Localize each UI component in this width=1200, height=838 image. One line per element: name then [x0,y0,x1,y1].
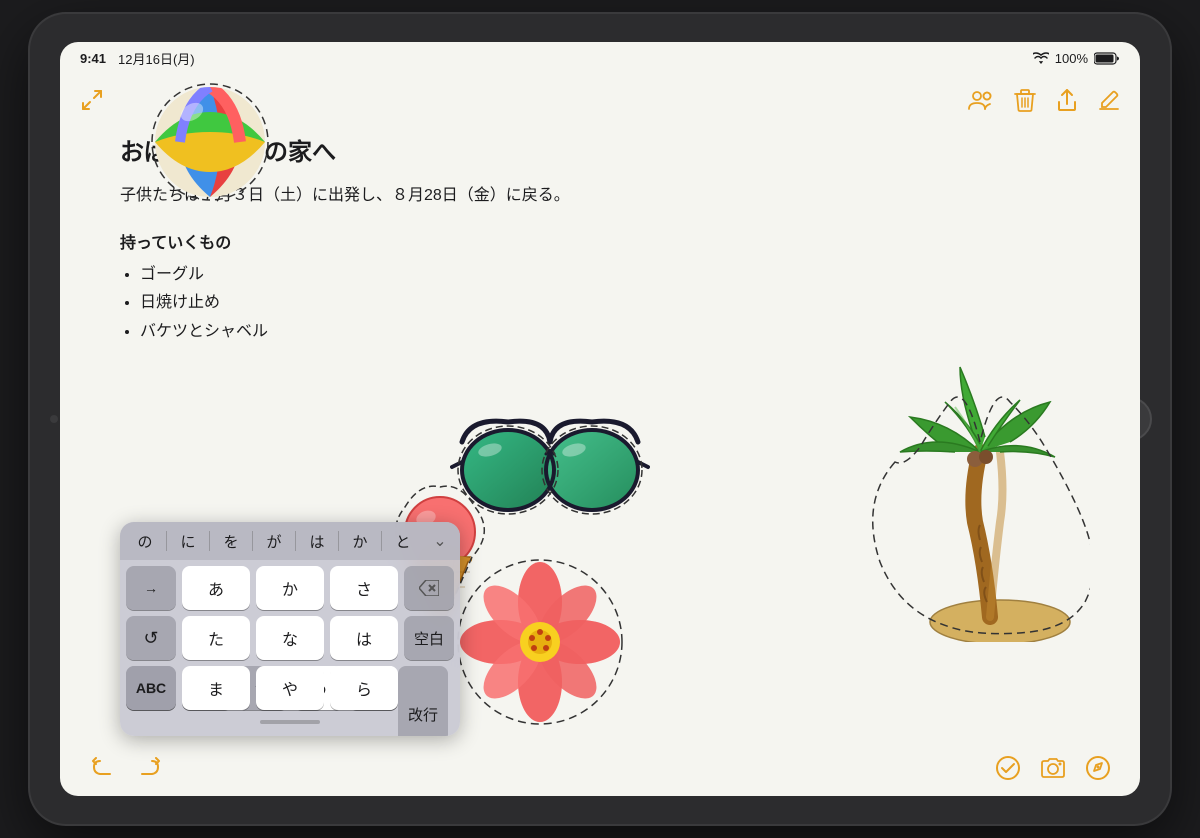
sticker-palmtree [870,362,1090,642]
checkmark-icon[interactable] [996,756,1020,780]
key-は[interactable]: は [330,616,398,660]
toolbar-left [80,88,104,112]
suggestion-と[interactable]: と [382,527,424,556]
bottom-right [996,756,1110,780]
pencil-draw-icon[interactable] [1086,756,1110,780]
delete-icon [419,580,439,596]
camera-icon[interactable] [1040,757,1066,779]
key-あ[interactable]: あ [182,566,250,610]
key-ら[interactable]: ら [330,666,398,710]
toolbar-right [968,88,1120,112]
key-space[interactable]: 空白 [404,616,454,660]
key-undo[interactable]: ↺ [126,616,176,660]
status-date: 12月16日(月) [118,49,195,68]
floating-keyboard[interactable]: の に を が は か と ⌄ → [120,522,460,736]
list-item: ゴーグル [140,261,1080,290]
note-list-heading: 持っていくもの [120,229,1080,253]
key-た[interactable]: た [182,616,250,660]
key-か[interactable]: か [256,566,324,610]
ipad-frame: 9:41 12月16日(月) 100% [30,14,1170,824]
share-icon[interactable] [1056,88,1078,112]
suggestions-expand-icon[interactable]: ⌄ [424,531,456,551]
ipad-screen: 9:41 12月16日(月) 100% [60,42,1140,796]
front-camera [50,415,58,423]
sticker-beachball [140,72,280,212]
keyboard-suggestions: の に を が は か と ⌄ [120,522,460,560]
status-right: 100% [1033,51,1120,66]
status-bar: 9:41 12月16日(月) 100% [60,42,1140,74]
redo-icon[interactable] [136,757,162,779]
key-delete[interactable] [404,566,454,610]
undo-icon[interactable] [90,757,116,779]
keyboard-row-2: ↺ た な は 空白 [126,616,454,660]
key-や[interactable]: や [256,666,324,710]
keyboard-rows: → あ か さ [120,560,460,736]
battery-icon [1094,52,1120,65]
key-さ[interactable]: さ [330,566,398,610]
key-abc[interactable]: ABC [126,666,176,710]
suggestion-を[interactable]: を [210,527,252,556]
key-return[interactable]: 改行 [398,666,448,736]
collab-icon[interactable] [968,89,994,111]
note-list: ゴーグル 日焼け止め バケツとシャベル [120,261,1080,347]
keyboard-row-3: ABC ま や ら 改行 [126,666,454,710]
trash-icon[interactable] [1014,88,1036,112]
suggestion-に[interactable]: に [167,527,209,556]
suggestion-か[interactable]: か [339,527,381,556]
suggestion-は[interactable]: は [296,527,338,556]
bottom-toolbar [60,740,1140,796]
suggestion-の[interactable]: の [124,527,166,556]
list-item: バケツとシャベル [140,318,1080,347]
key-tab[interactable]: → [126,566,176,610]
key-ま[interactable]: ま [182,666,250,710]
compose-icon[interactable] [1098,89,1120,111]
bottom-left [90,757,162,779]
status-time: 9:41 [80,51,106,66]
battery-percentage: 100% [1055,51,1088,66]
key-な[interactable]: な [256,616,324,660]
list-item: 日焼け止め [140,289,1080,318]
keyboard-row-1: → あ か さ [126,566,454,610]
wifi-icon [1033,52,1049,64]
suggestion-が[interactable]: が [253,527,295,556]
compress-icon[interactable] [80,88,104,112]
sticker-flower [450,552,630,732]
